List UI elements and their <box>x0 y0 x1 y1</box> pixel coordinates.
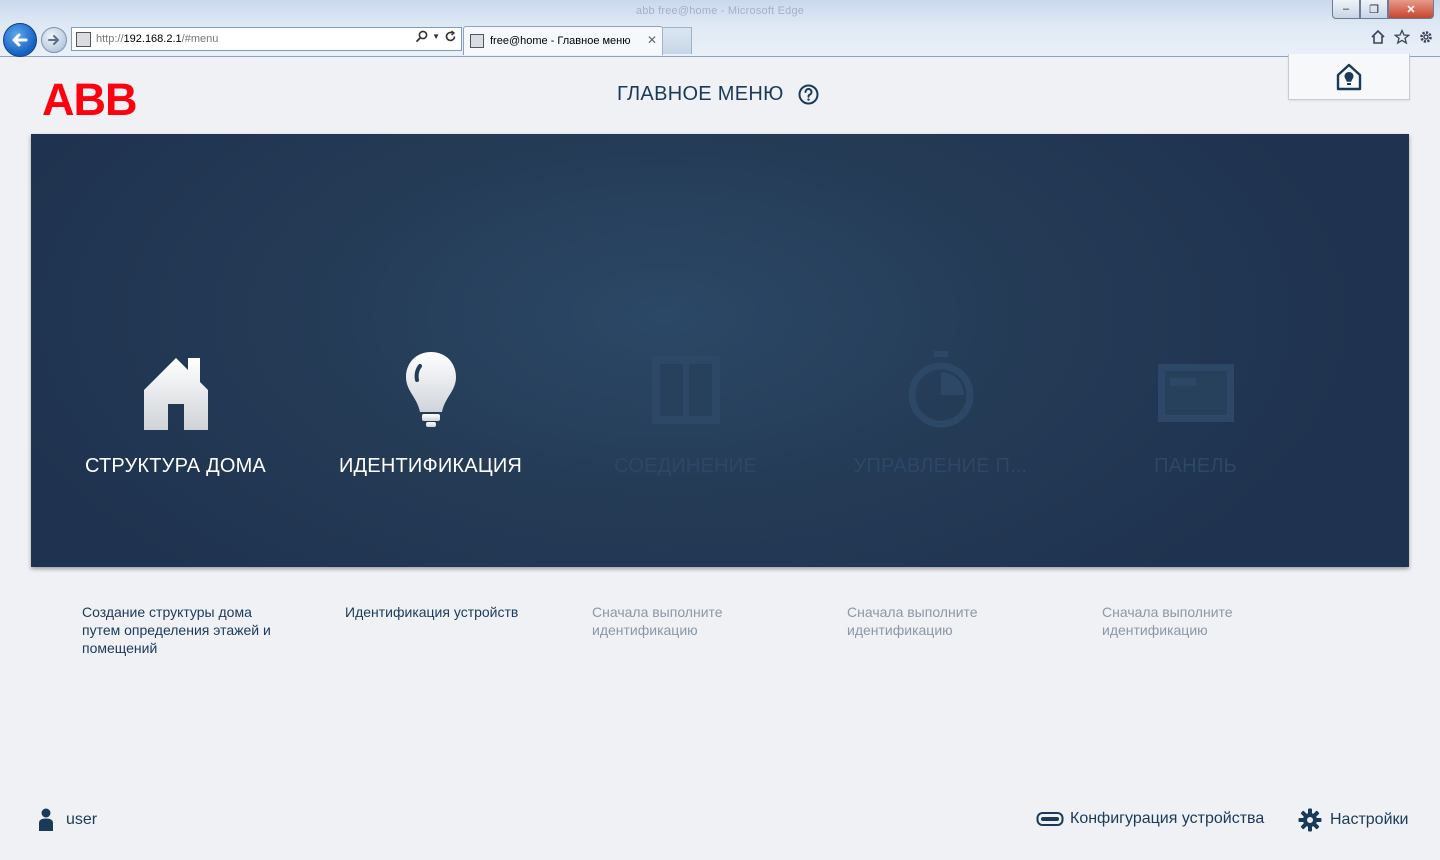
tile-description-connection: Сначала выполните идентификацию <box>592 604 723 638</box>
settings-label: Настройки <box>1330 811 1409 828</box>
browser-tab[interactable]: free@home - Главное меню ✕ <box>463 26 663 55</box>
tile-label: ИДЕНТИФИКАЦИЯ <box>338 455 523 477</box>
svg-text:ABB: ABB <box>42 77 137 117</box>
panel-icon <box>1157 364 1234 422</box>
tile-description-control: Сначала выполните идентификацию <box>847 604 978 638</box>
tile-description-house-structure: Создание структуры дома путем определени… <box>82 604 271 656</box>
minimize-button[interactable]: – <box>1332 0 1360 19</box>
chevron-down-icon[interactable]: ▼ <box>432 32 440 41</box>
house-icon <box>143 358 208 430</box>
arrow-right-icon <box>48 35 59 45</box>
device-configuration-link[interactable]: Конфигурация устройства <box>1036 810 1264 828</box>
tile-label: ПАНЕЛЬ <box>1154 455 1237 477</box>
window-controls: – ❐ ✕ <box>1332 0 1434 19</box>
user-name: user <box>66 811 98 828</box>
tile-house-structure[interactable]: СТРУКТУРА ДОМА <box>48 134 303 567</box>
tile-identification[interactable]: ИДЕНТИФИКАЦИЯ <box>303 134 558 567</box>
device-configuration-label: Конфигурация устройства <box>1070 810 1265 827</box>
site-favicon-icon <box>76 31 91 47</box>
search-icon[interactable] <box>415 30 428 43</box>
tile-control: УПРАВЛЕНИЕ П... <box>813 134 1068 567</box>
page-title: ГЛАВНОЕ МЕНЮ <box>617 83 784 105</box>
star-icon[interactable] <box>1394 29 1410 45</box>
user-menu[interactable]: user <box>38 808 97 832</box>
settings-link[interactable]: Настройки <box>1298 808 1408 832</box>
url-protocol: http:// <box>96 33 124 45</box>
browser-chrome: abb free@home - Microsoft Edge – ❐ ✕ htt… <box>0 0 1440 57</box>
main-menu-panel: СТРУКТУРА ДОМА ИДЕНТИФИКАЦИЯ СОЕДИНЕНИЕ <box>31 134 1409 567</box>
maximize-button[interactable]: ❐ <box>1360 0 1388 19</box>
home-overview-button[interactable] <box>1288 54 1410 100</box>
tile-label: СТРУКТУРА ДОМА <box>85 455 266 477</box>
arrow-left-icon <box>12 33 28 47</box>
close-window-button[interactable]: ✕ <box>1388 0 1434 19</box>
tile-connection: СОЕДИНЕНИЕ <box>558 134 813 567</box>
timer-icon <box>908 351 973 428</box>
close-tab-icon[interactable]: ✕ <box>647 33 657 47</box>
new-tab-button[interactable] <box>662 27 692 54</box>
help-icon[interactable] <box>798 84 819 105</box>
house-bulb-icon <box>1336 63 1362 90</box>
tile-description-identification: Идентификация устройств <box>345 604 519 620</box>
back-button[interactable] <box>3 23 37 57</box>
url-path: /#menu <box>181 33 219 45</box>
abb-logo: ABB <box>42 77 138 117</box>
window-icon <box>651 356 720 424</box>
refresh-icon[interactable] <box>444 30 457 43</box>
home-icon[interactable] <box>1370 29 1386 45</box>
tile-description-panel: Сначала выполните идентификацию <box>1102 604 1233 638</box>
tile-label: СОЕДИНЕНИЕ <box>614 455 757 477</box>
tab-favicon-icon <box>470 34 484 48</box>
url-host: 192.168.2.1 <box>123 33 182 45</box>
address-bar[interactable]: http://192.168.2.1/#menu ▼ <box>71 27 462 51</box>
lightbulb-icon <box>405 352 456 427</box>
gear-icon <box>1298 808 1322 832</box>
tab-title: free@home - Главное меню <box>490 35 631 47</box>
window-title: abb free@home - Microsoft Edge <box>635 5 805 17</box>
forward-button[interactable] <box>41 27 67 53</box>
browser-toolbar-icons <box>1370 29 1434 45</box>
tile-panel: ПАНЕЛЬ <box>1068 134 1323 567</box>
tile-label: УПРАВЛЕНИЕ П... <box>853 455 1028 477</box>
user-icon <box>39 808 53 831</box>
gear-icon[interactable] <box>1418 29 1434 45</box>
device-icon <box>1036 812 1064 826</box>
